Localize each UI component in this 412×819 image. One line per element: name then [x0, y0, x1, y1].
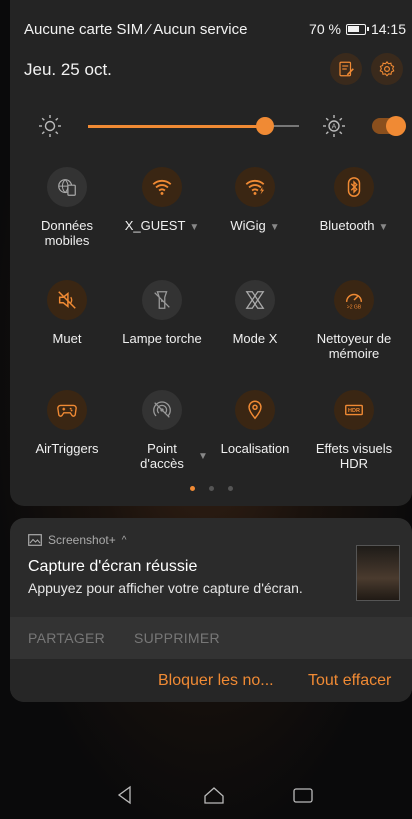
back-icon[interactable]: [114, 784, 136, 806]
carrier-text: Aucune carte SIM ⁄ Aucun service: [24, 21, 248, 38]
tile-label: Bluetooth: [319, 218, 375, 233]
tile-icon-circle: [142, 167, 182, 207]
wigig-icon: [245, 179, 265, 195]
tile-icon-circle: [142, 390, 182, 430]
screenshot-notification[interactable]: Screenshot+ ^ Capture d'écran réussie Ap…: [10, 518, 412, 702]
status-bar: Aucune carte SIM ⁄ Aucun service 70 % 14…: [10, 0, 412, 38]
tile-label: Effets visuels HDR: [315, 441, 393, 471]
notification-text: Appuyez pour afficher votre capture d'éc…: [28, 580, 303, 596]
image-icon: [28, 534, 42, 546]
hdr-badge: HDR: [348, 408, 360, 414]
tile-icon-circle: [47, 390, 87, 430]
dropdown-arrow-icon[interactable]: ▼: [270, 222, 280, 233]
screenshot-thumbnail[interactable]: [356, 545, 400, 601]
gamepad-icon: [57, 404, 77, 417]
page-dot: [227, 486, 233, 491]
block-notifications-button[interactable]: Bloquer les no...: [158, 672, 274, 690]
notification-app-name: Screenshot+: [48, 533, 116, 547]
tile-hdr[interactable]: HDR Effets visuels HDR: [306, 390, 402, 471]
tile-label-row: Point d'accès ▼: [114, 441, 210, 471]
hdr-icon: HDR: [345, 404, 363, 416]
bluetooth-icon: [347, 177, 361, 197]
tile-mute[interactable]: Muet: [19, 280, 115, 346]
tile-icon-circle: >2 GB: [334, 280, 374, 320]
tile-label: Point d'accès: [140, 441, 184, 471]
memory-cleaner-icon: >2 GB: [345, 293, 363, 311]
recent-apps-icon[interactable]: [292, 784, 314, 806]
share-button[interactable]: PARTAGER: [28, 630, 105, 646]
tile-wigig[interactable]: WiGig ▼: [207, 167, 303, 235]
settings-button[interactable]: [371, 53, 403, 85]
notification-app-row: Screenshot+ ^: [28, 533, 126, 547]
tile-icon-circle: [47, 167, 87, 207]
tile-mode-x[interactable]: Mode X: [207, 280, 303, 346]
brightness-row: A: [10, 106, 412, 146]
tile-icon-circle: [47, 280, 87, 320]
flashlight-icon: [154, 291, 170, 309]
tile-label: Localisation: [220, 441, 290, 456]
tile-icon-circle: [235, 390, 275, 430]
tile-bluetooth[interactable]: Bluetooth ▼: [306, 167, 402, 235]
tile-icon-circle: HDR: [334, 390, 374, 430]
status-right: 70 % 14:15: [309, 21, 406, 37]
mode-x-icon: [245, 291, 265, 309]
brightness-slider[interactable]: [88, 117, 299, 135]
tile-label-row: X_GUEST ▼: [114, 218, 210, 235]
tile-flashlight[interactable]: Lampe torche: [114, 280, 210, 346]
wifi-icon: [152, 179, 172, 195]
home-icon[interactable]: [203, 784, 225, 806]
edit-button[interactable]: [330, 53, 362, 85]
tile-wifi[interactable]: X_GUEST ▼: [114, 167, 210, 235]
delete-button[interactable]: SUPPRIMER: [134, 630, 220, 646]
tile-label: Mode X: [232, 331, 278, 346]
chevron-up-icon[interactable]: ^: [122, 535, 127, 546]
tile-icon-circle: [235, 280, 275, 320]
tile-hotspot[interactable]: Point d'accès ▼: [114, 390, 210, 471]
tile-icon-circle: [334, 167, 374, 207]
dropdown-arrow-icon[interactable]: ▼: [379, 222, 389, 233]
edit-icon: [339, 61, 354, 77]
hotspot-icon: [153, 401, 171, 418]
tile-label: AirTriggers: [35, 441, 99, 456]
mobile-data-icon: [58, 179, 76, 196]
tile-location[interactable]: Localisation: [207, 390, 303, 456]
brightness-slider-fill: [88, 124, 266, 128]
page-dot: [189, 486, 195, 491]
memory-badge: >2 GB: [347, 305, 362, 311]
tile-label: Nettoyeur de mémoire: [316, 331, 392, 361]
tile-label: Lampe torche: [122, 331, 202, 346]
tile-label: Données mobiles: [40, 218, 94, 248]
dropdown-arrow-icon[interactable]: ▼: [189, 222, 199, 233]
tile-icon-circle: [142, 280, 182, 320]
battery-percent: 70 %: [309, 21, 341, 37]
gear-icon: [379, 61, 395, 77]
brightness-slider-thumb[interactable]: [256, 117, 275, 135]
notification-actions: PARTAGER SUPPRIMER: [10, 617, 412, 659]
navigation-bar: [10, 780, 412, 819]
battery-icon: [345, 23, 369, 35]
date-label: Jeu. 25 oct.: [24, 60, 112, 79]
auto-brightness-icon: A: [323, 115, 345, 137]
mute-icon: [58, 291, 76, 309]
location-icon: [248, 400, 262, 420]
tile-memory-cleaner[interactable]: >2 GB Nettoyeur de mémoire: [306, 280, 402, 361]
tile-label: Muet: [52, 331, 82, 346]
tile-label-row: WiGig ▼: [207, 218, 303, 235]
tile-label: X_GUEST: [124, 218, 186, 233]
auto-brightness-toggle[interactable]: [372, 116, 406, 136]
brightness-low-icon: [39, 115, 61, 137]
page-dot: [208, 486, 214, 491]
clock: 14:15: [370, 21, 406, 37]
notification-title: Capture d'écran réussie: [28, 558, 198, 575]
tile-airtriggers[interactable]: AirTriggers: [19, 390, 115, 456]
svg-text:A: A: [332, 124, 337, 131]
tile-icon-circle: [235, 167, 275, 207]
clear-all-button[interactable]: Tout effacer: [308, 672, 391, 690]
notification-footer: Bloquer les no... Tout effacer: [10, 659, 412, 702]
page-indicator: [10, 486, 412, 491]
tile-label: WiGig: [230, 218, 266, 233]
tile-label-row: Bluetooth ▼: [306, 218, 402, 235]
tile-mobile-data[interactable]: Données mobiles: [19, 167, 115, 248]
